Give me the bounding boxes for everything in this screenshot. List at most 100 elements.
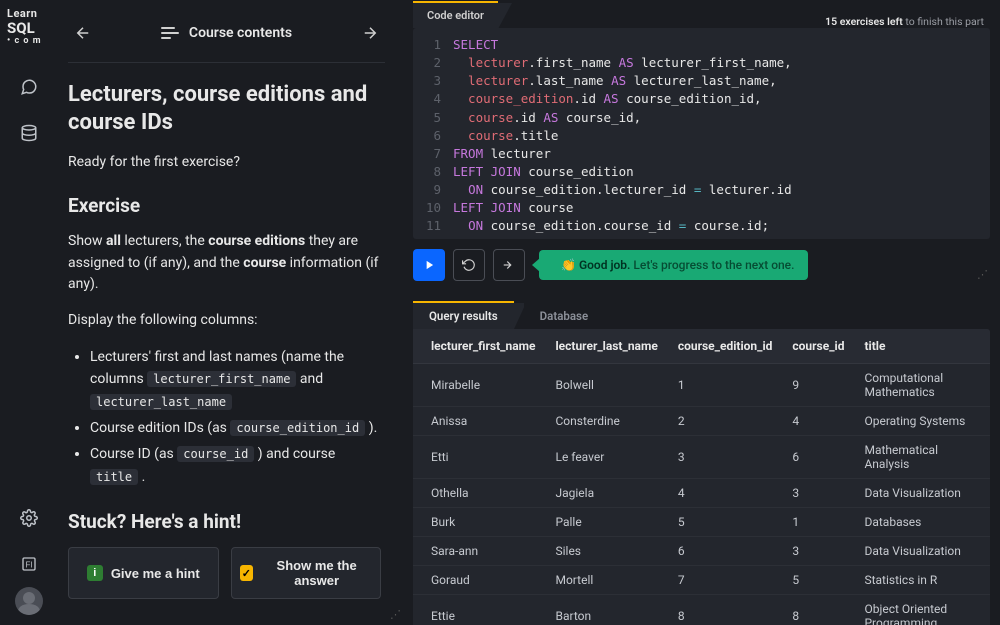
table-cell: 6 (668, 537, 783, 566)
table-cell: Computational Mathematics (854, 364, 990, 407)
tab-database[interactable]: Database (524, 303, 604, 329)
table-cell: 5 (782, 566, 854, 595)
tab-query-results[interactable]: Query results (413, 301, 514, 329)
exercises-remaining: 15 exercises left to finish this part (825, 15, 984, 28)
exercise-heading: Exercise (68, 194, 381, 217)
table-cell: 3 (668, 436, 783, 479)
resize-handle-icon[interactable]: ⋰ (390, 608, 399, 621)
table-cell: Anissa (413, 407, 545, 436)
code-line: 2 lecturer.first_name AS lecturer_first_… (413, 54, 990, 72)
table-row: AnissaConsterdine24Operating Systems (413, 407, 990, 436)
settings-gear-icon[interactable] (12, 501, 46, 535)
column-header: lecturer_last_name (545, 329, 667, 364)
give-hint-button[interactable]: i Give me a hint (68, 547, 219, 599)
table-cell: 4 (668, 479, 783, 508)
table-cell: Object Oriented Programming (854, 595, 990, 625)
course-contents-button[interactable]: Course contents (161, 25, 292, 41)
table-row: MirabelleBolwell19Computational Mathemat… (413, 364, 990, 407)
code-line: 8LEFT JOIN course_edition (413, 163, 990, 181)
table-cell: Barton (545, 595, 667, 625)
exercise-paragraph: Show all lecturers, the course editions … (68, 231, 381, 296)
table-cell: 1 (668, 364, 783, 407)
query-results-panel: lecturer_first_namelecturer_last_namecou… (413, 329, 990, 625)
table-cell: 4 (782, 407, 854, 436)
table-cell: Bolwell (545, 364, 667, 407)
code-line: 6 course.title (413, 127, 990, 145)
code-line: 10LEFT JOIN course (413, 199, 990, 217)
table-cell: Mirabelle (413, 364, 545, 407)
table-cell: Etti (413, 436, 545, 479)
table-cell: 3 (782, 479, 854, 508)
table-cell: Statistics in R (854, 566, 990, 595)
code-line: 1SELECT (413, 36, 990, 54)
next-lesson-button[interactable] (355, 18, 385, 48)
table-row: GoraudMortell75Statistics in R (413, 566, 990, 595)
hint-heading: Stuck? Here's a hint! (68, 510, 381, 533)
success-toast: 👏 Good job. Let's progress to the next o… (539, 250, 808, 280)
run-query-button[interactable] (413, 249, 445, 281)
clap-icon: 👏 (561, 258, 576, 272)
table-cell: Siles (545, 537, 667, 566)
table-row: Sara-annSiles63Data Visualization (413, 537, 990, 566)
work-pane: Code editor 15 exercises left to finish … (403, 0, 1000, 625)
logo[interactable]: Learn SQL • c o m (7, 8, 51, 46)
table-cell: Operating Systems (854, 407, 990, 436)
list-item: Course ID (as course_id ) and course tit… (90, 443, 381, 488)
lesson-title: Lecturers, course editions and course ID… (68, 81, 381, 136)
table-cell: Sara-ann (413, 537, 545, 566)
course-contents-label: Course contents (189, 25, 292, 41)
display-columns-label: Display the following columns: (68, 310, 381, 332)
table-cell: Databases (854, 508, 990, 537)
prev-lesson-button[interactable] (68, 18, 98, 48)
menu-icon (161, 27, 179, 39)
chat-icon[interactable] (12, 70, 46, 104)
code-line: 5 course.id AS course_id, (413, 109, 990, 127)
table-cell: 8 (668, 595, 783, 625)
code-line: 9 ON course_edition.lecturer_id = lectur… (413, 181, 990, 199)
code-line: 3 lecturer.last_name AS lecturer_last_na… (413, 72, 990, 90)
database-icon[interactable] (12, 116, 46, 150)
table-cell: 6 (782, 436, 854, 479)
table-cell: Goraud (413, 566, 545, 595)
list-item: Course edition IDs (as course_edition_id… (90, 417, 381, 439)
reset-button[interactable] (453, 249, 485, 281)
results-table: lecturer_first_namelecturer_last_namecou… (413, 329, 990, 625)
table-cell: Burk (413, 508, 545, 537)
table-row: EttieBarton88Object Oriented Programming (413, 595, 990, 625)
table-cell: 3 (782, 537, 854, 566)
table-cell: Data Visualization (854, 479, 990, 508)
table-row: EttiLe feaver36Mathematical Analysis (413, 436, 990, 479)
table-cell: 7 (668, 566, 783, 595)
column-header: course_edition_id (668, 329, 783, 364)
instructions-pane: Course contents Lecturers, course editio… (58, 0, 403, 625)
tab-code-editor[interactable]: Code editor (413, 1, 498, 28)
user-avatar[interactable] (15, 587, 43, 615)
table-row: OthellaJagiela43Data Visualization (413, 479, 990, 508)
code-line: 7FROM lecturer (413, 145, 990, 163)
table-cell: 5 (668, 508, 783, 537)
table-cell: Mathematical Analysis (854, 436, 990, 479)
code-line: 11 ON course_edition.course_id = course.… (413, 217, 990, 235)
lesson-lead: Ready for the first exercise? (68, 154, 381, 170)
resize-handle-icon[interactable]: ⋰ (977, 268, 986, 281)
column-header: title (854, 329, 990, 364)
table-cell: Jagiela (545, 479, 667, 508)
svg-text:FI: FI (25, 560, 32, 569)
code-editor[interactable]: 1SELECT2 lecturer.first_name AS lecturer… (413, 28, 990, 239)
show-answer-button[interactable]: ✓ Show me the answer (231, 547, 382, 599)
table-cell: Consterdine (545, 407, 667, 436)
column-header: lecturer_first_name (413, 329, 545, 364)
table-cell: Othella (413, 479, 545, 508)
code-line: 4 course_edition.id AS course_edition_id… (413, 90, 990, 108)
feedback-icon[interactable]: FI (12, 547, 46, 581)
share-button[interactable] (493, 249, 525, 281)
checkmark-icon: ✓ (240, 565, 254, 581)
list-item: Lecturers' first and last names (name th… (90, 346, 381, 413)
table-cell: Data Visualization (854, 537, 990, 566)
table-cell: Mortell (545, 566, 667, 595)
column-header: course_id (782, 329, 854, 364)
course-nav: Course contents (68, 10, 385, 63)
table-cell: Palle (545, 508, 667, 537)
table-cell: Ettie (413, 595, 545, 625)
sidebar: Learn SQL • c o m FI (0, 0, 58, 625)
